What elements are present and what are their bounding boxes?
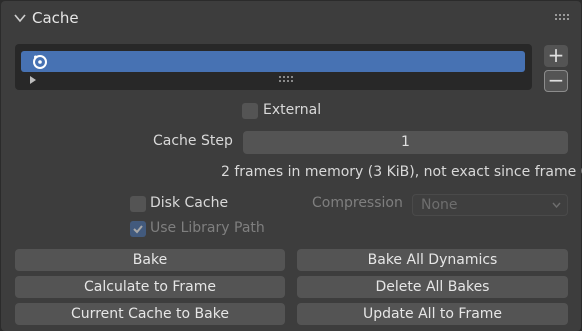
checkmark-icon (133, 225, 143, 234)
panel-title: Cache (32, 9, 79, 27)
use-library-path-label: Use Library Path (150, 220, 265, 236)
compression-label: Compression (312, 195, 403, 211)
use-library-path-checkbox[interactable] (130, 221, 146, 237)
cache-step-field[interactable]: 1 (243, 131, 568, 154)
chevron-down-icon (14, 14, 26, 23)
bake-button[interactable]: Bake (15, 249, 285, 271)
resize-grip-icon[interactable] (279, 76, 293, 84)
add-cache-button[interactable]: + (544, 45, 568, 67)
disk-cache-label: Disk Cache (150, 195, 229, 211)
compression-dropdown[interactable]: None (412, 194, 568, 216)
external-checkbox[interactable] (242, 103, 258, 119)
cache-step-label: Cache Step (153, 133, 233, 149)
external-label: External (263, 102, 322, 118)
remove-cache-button[interactable]: − (544, 70, 568, 92)
expand-triangle-icon[interactable] (29, 76, 37, 84)
delete-all-bakes-button[interactable]: Delete All Bakes (297, 276, 568, 298)
chevron-down-icon (552, 202, 561, 208)
calculate-to-frame-button[interactable]: Calculate to Frame (15, 276, 285, 298)
panel-header[interactable]: Cache (1, 1, 581, 35)
bake-all-dynamics-button[interactable]: Bake All Dynamics (297, 249, 568, 271)
compression-value: None (421, 197, 458, 213)
list-item[interactable] (21, 51, 525, 72)
cache-info-text: 2 frames in memory (3 KiB), not exact si… (221, 164, 582, 180)
cache-list[interactable] (15, 44, 532, 90)
update-all-to-frame-button[interactable]: Update All to Frame (297, 303, 568, 325)
point-cache-icon (33, 55, 47, 69)
drag-grip-icon[interactable] (555, 14, 569, 22)
current-cache-to-bake-button[interactable]: Current Cache to Bake (15, 303, 285, 325)
cache-panel: Cache + − External Cache Step 1 2 frames… (1, 1, 582, 331)
disk-cache-checkbox[interactable] (130, 196, 146, 212)
